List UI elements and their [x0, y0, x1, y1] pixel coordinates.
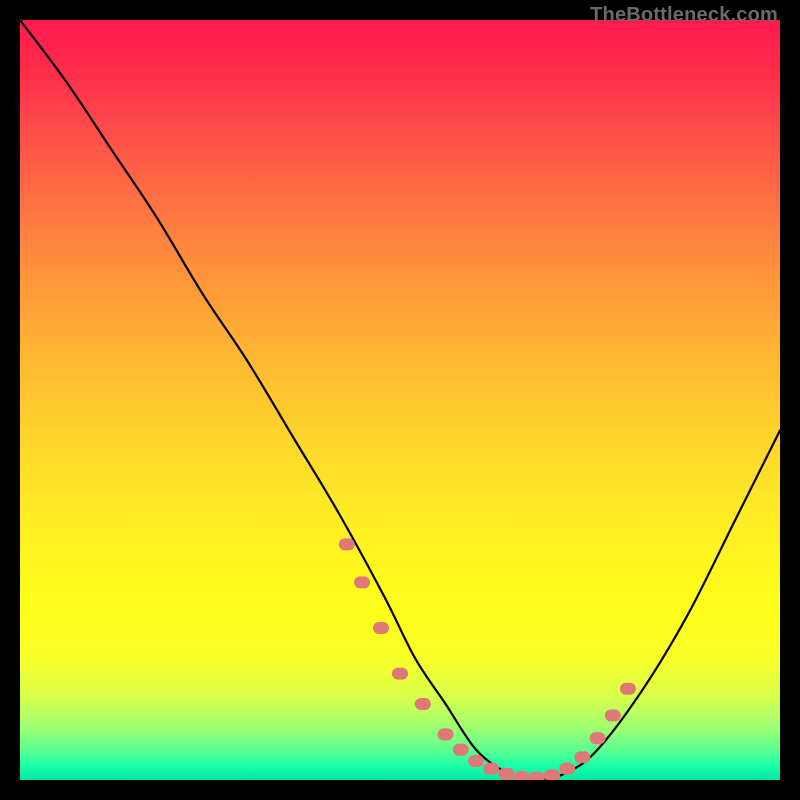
highlight-dot	[514, 771, 530, 780]
highlight-dot	[574, 751, 590, 763]
chart-svg	[20, 20, 780, 780]
highlight-dot	[392, 668, 408, 680]
highlight-dot	[498, 768, 514, 780]
highlight-dot	[544, 769, 560, 780]
highlight-dot	[438, 728, 454, 740]
chart-frame: TheBottleneck.com	[0, 0, 800, 800]
highlight-dot	[354, 576, 370, 588]
highlight-dot	[483, 763, 499, 775]
bottleneck-curve	[20, 20, 780, 780]
chart-plot-area	[20, 20, 780, 780]
highlight-dot	[453, 744, 469, 756]
highlight-dot	[529, 772, 545, 780]
highlight-dot	[415, 698, 431, 710]
highlight-dot	[373, 622, 389, 634]
highlight-dot	[559, 763, 575, 775]
highlight-dot	[605, 709, 621, 721]
highlight-dot	[620, 683, 636, 695]
highlight-dots	[339, 538, 636, 780]
highlight-dot	[339, 538, 355, 550]
highlight-dot	[590, 732, 606, 744]
watermark-text: TheBottleneck.com	[590, 4, 778, 27]
highlight-dot	[468, 755, 484, 767]
